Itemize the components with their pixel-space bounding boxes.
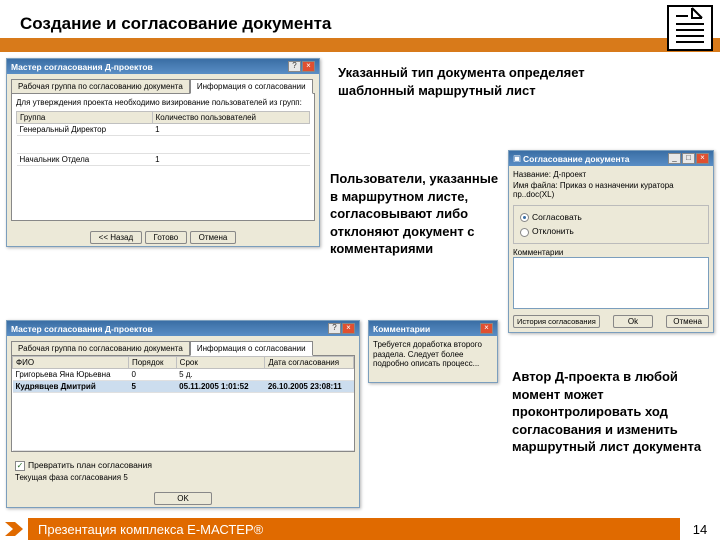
radio-reject[interactable] <box>520 228 529 237</box>
close-button[interactable]: × <box>302 61 315 72</box>
groups-table: ГруппаКоличество пользователей Генеральн… <box>16 111 310 166</box>
dialog-title-text: Комментарии <box>373 324 479 334</box>
tabs: Рабочая группа по согласованию документа… <box>7 74 319 93</box>
comment-body: Требуется доработка второго раздела. Сле… <box>369 336 497 382</box>
col-date: Дата согласования <box>265 357 354 369</box>
callout-users: Пользователи, указанные в маршрутном лис… <box>330 170 505 258</box>
dialog-title-text: Мастер согласования Д-проектов <box>11 62 287 72</box>
footer: Презентация комплекса E-МАСТЕР® 14 <box>0 518 720 540</box>
comments-dialog: Комментарии × Требуется доработка второг… <box>368 320 498 383</box>
app-icon: ▣ <box>513 153 523 164</box>
dialog-title-text: Согласование документа <box>523 154 667 164</box>
comment-textarea[interactable] <box>513 257 709 309</box>
tabs: Рабочая группа по согласованию документа… <box>7 336 359 355</box>
callout-author: Автор Д-проекта в любой момент может про… <box>512 368 702 456</box>
footer-text: Презентация комплекса E-МАСТЕР® <box>28 522 680 537</box>
table-row: Кудрявцев Дмитрий 5 05.11.2005 1:01:52 2… <box>13 381 354 393</box>
maximize-button[interactable]: □ <box>682 153 695 164</box>
slide-header: Создание и согласование документа <box>0 0 720 54</box>
col-deadline: Срок <box>176 357 265 369</box>
radio-approve[interactable] <box>520 213 529 222</box>
help-button[interactable]: ? <box>288 61 301 72</box>
close-button[interactable]: × <box>696 153 709 164</box>
cancel-button[interactable]: Отмена <box>666 315 709 328</box>
page-number: 14 <box>680 518 720 540</box>
dialog-titlebar: Комментарии × <box>369 321 497 336</box>
dialog-titlebar: ▣ Согласование документа _ □ × <box>509 151 713 166</box>
table-row <box>17 136 310 154</box>
dialog-title-text: Мастер согласования Д-проектов <box>11 324 327 334</box>
done-button[interactable]: Готово <box>145 231 188 244</box>
radio-reject-label: Отклонить <box>532 226 574 236</box>
approval-dialog: ▣ Согласование документа _ □ × Название:… <box>508 150 714 333</box>
col-group: Группа <box>17 112 153 124</box>
tab-info[interactable]: Информация о согласовании <box>190 79 313 94</box>
close-button[interactable]: × <box>480 323 493 334</box>
ok-button[interactable]: Ok <box>613 315 653 328</box>
document-icon <box>666 4 714 52</box>
table-row: Григорьева Яна Юрьевна 0 5 д. <box>13 369 354 381</box>
progress-table: ФИО Порядок Срок Дата согласования Григо… <box>12 356 354 451</box>
footer-arrow-icon <box>0 518 28 540</box>
callout-type: Указанный тип документа определяет шабло… <box>338 64 628 99</box>
table-row: Начальник Отдела1 <box>17 154 310 166</box>
minimize-button[interactable]: _ <box>668 153 681 164</box>
dialog-titlebar: Мастер согласования Д-проектов ? × <box>7 59 319 74</box>
button-row: << Назад Готово Отмена <box>7 225 319 246</box>
tab-workgroup[interactable]: Рабочая группа по согласованию документа <box>11 341 190 356</box>
wizard-dialog-progress: Мастер согласования Д-проектов ? × Рабоч… <box>6 320 360 508</box>
col-fio: ФИО <box>13 357 129 369</box>
filename-label: Имя файла: Приказ о назначении куратора … <box>513 181 709 199</box>
back-button[interactable]: << Назад <box>90 231 143 244</box>
history-button[interactable]: История согласования <box>513 315 600 328</box>
ok-button[interactable]: OK <box>154 492 212 505</box>
comment-label: Комментарии <box>513 248 709 257</box>
hint-text: Для утверждения проекта необходимо визир… <box>16 98 310 107</box>
wizard-dialog-groups: Мастер согласования Д-проектов ? × Рабоч… <box>6 58 320 247</box>
name-label: Название: Д-проект <box>513 170 709 179</box>
dialog-titlebar: Мастер согласования Д-проектов ? × <box>7 321 359 336</box>
status-text: Текущая фаза согласования 5 <box>15 473 351 482</box>
table-row: Генеральный Директор1 <box>17 124 310 136</box>
slide-title: Создание и согласование документа <box>20 14 331 34</box>
tab-workgroup[interactable]: Рабочая группа по согласованию документа <box>11 79 190 94</box>
checkbox-label: Превратить план согласования <box>28 460 152 470</box>
options-group: Согласовать Отклонить <box>513 205 709 244</box>
tab-info[interactable]: Информация о согласовании <box>190 341 313 356</box>
checkbox-transform[interactable]: ✓ <box>15 461 25 471</box>
radio-approve-label: Согласовать <box>532 212 582 222</box>
close-button[interactable]: × <box>342 323 355 334</box>
cancel-button[interactable]: Отмена <box>190 231 237 244</box>
header-orange-bar <box>0 38 720 52</box>
help-button[interactable]: ? <box>328 323 341 334</box>
col-count: Количество пользователей <box>152 112 309 124</box>
col-order: Порядок <box>128 357 176 369</box>
